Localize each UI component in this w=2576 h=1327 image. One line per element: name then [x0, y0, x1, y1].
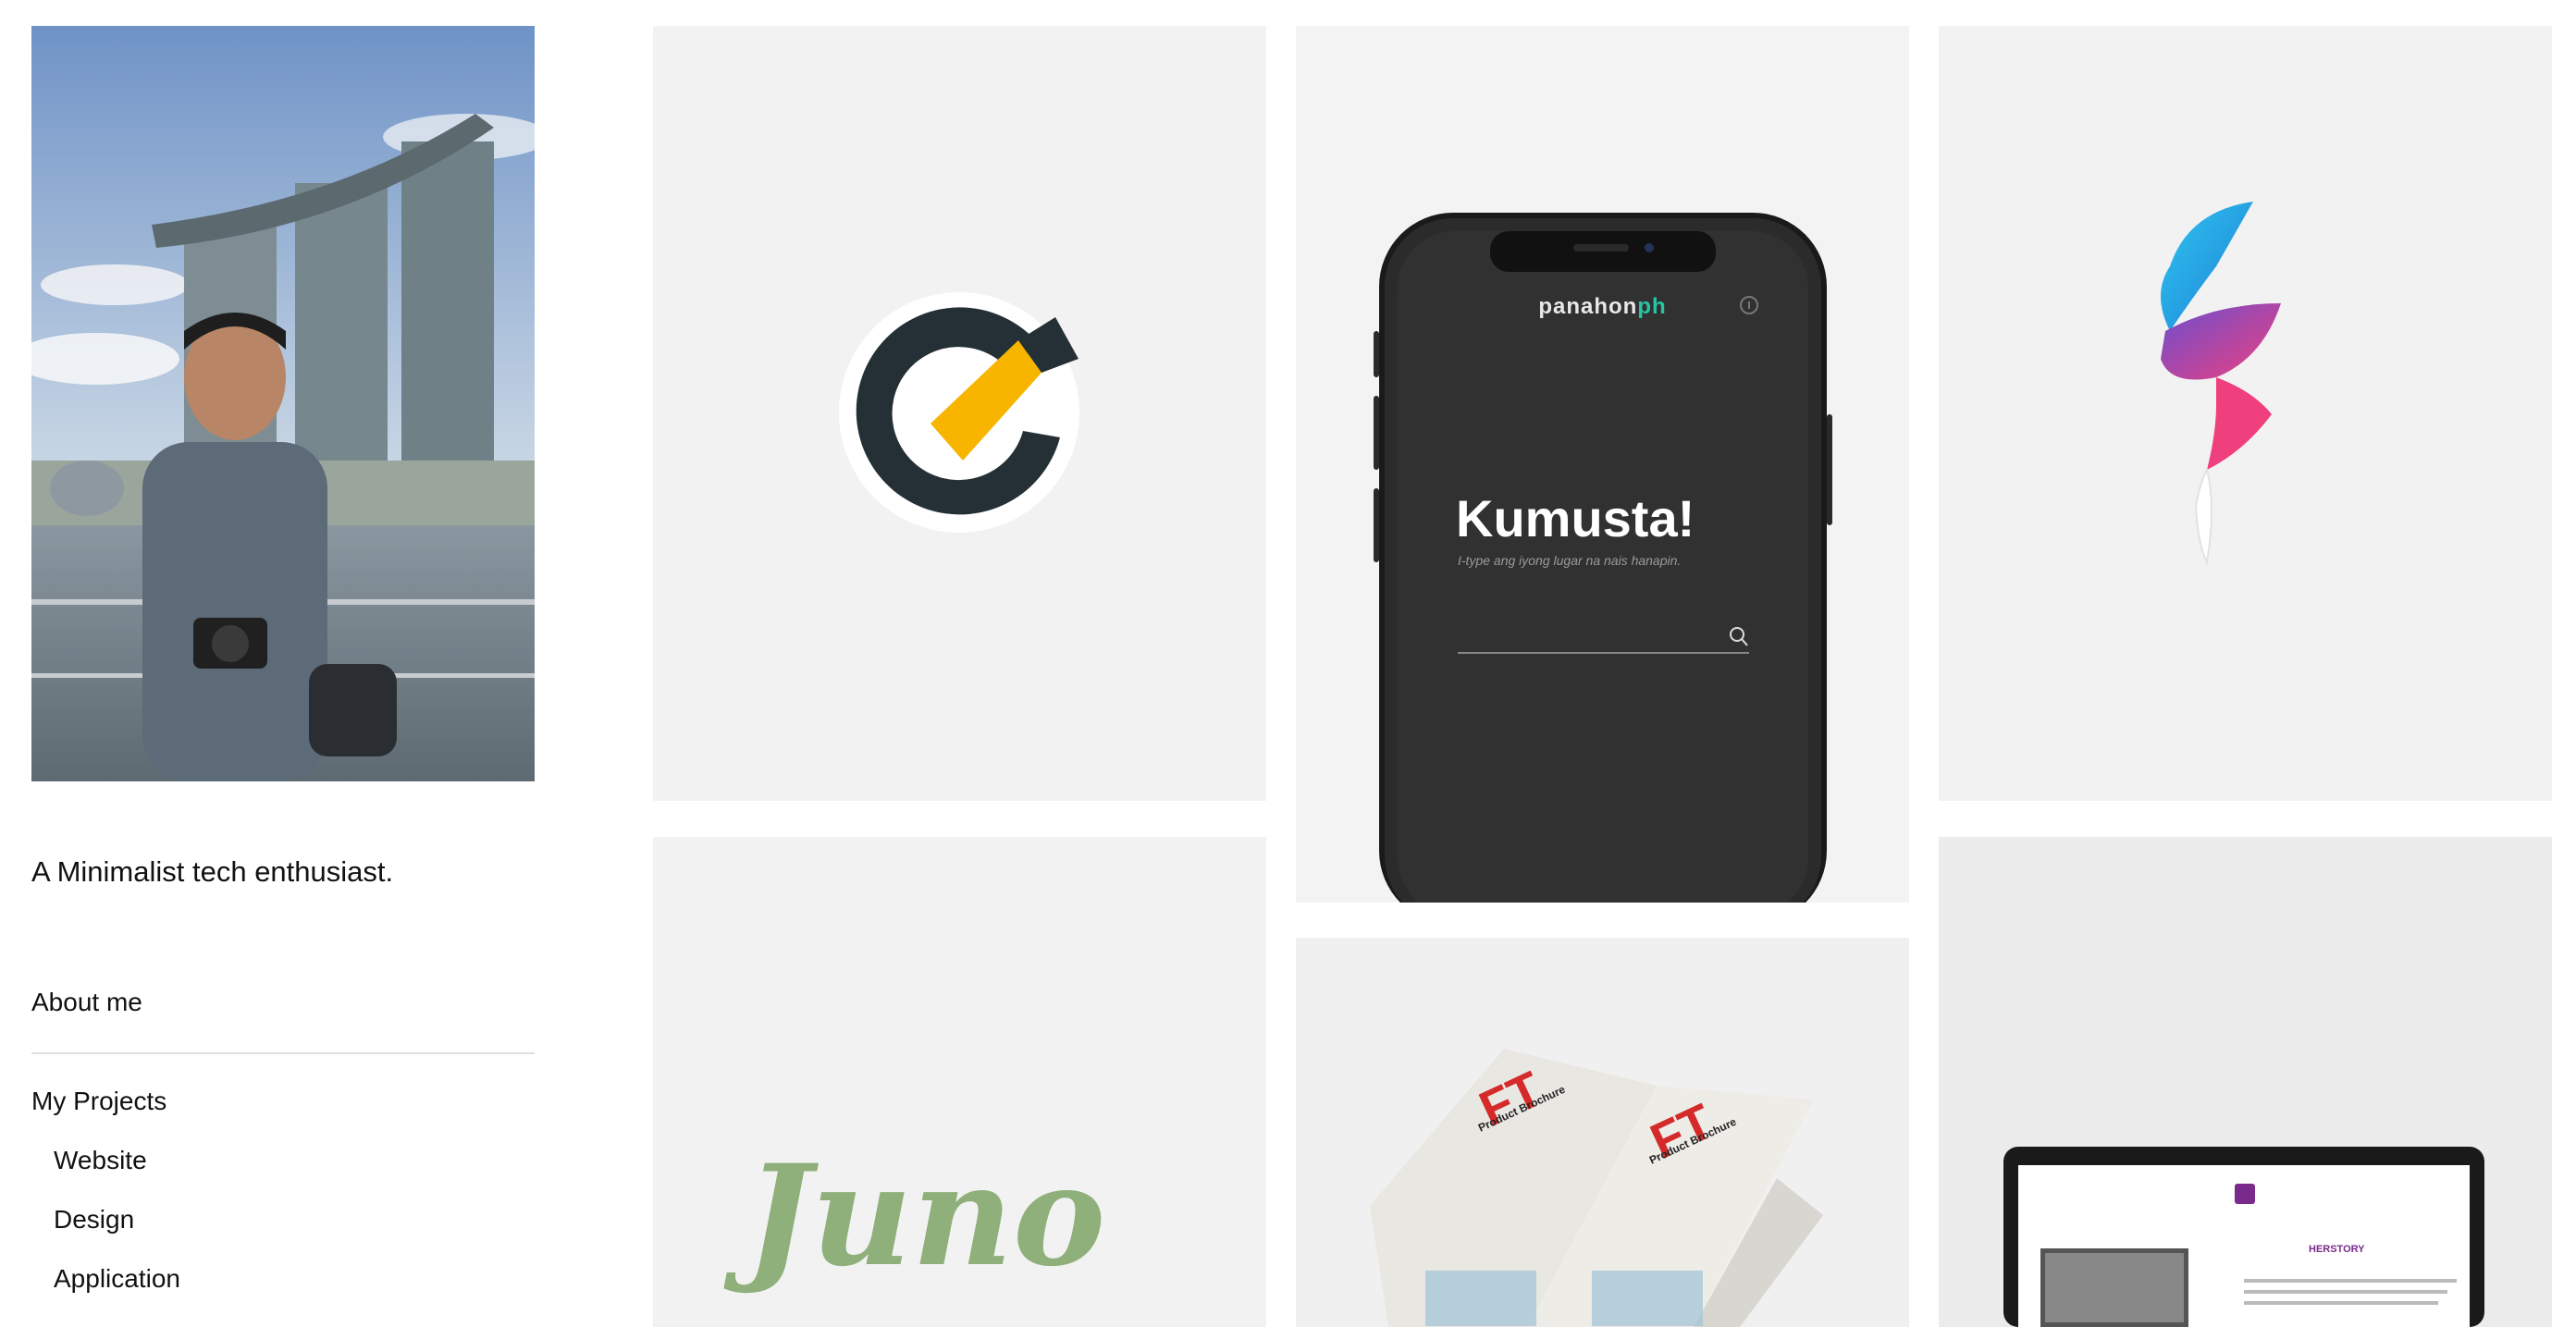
project-tile-juno[interactable]: Juno	[653, 837, 1266, 1327]
app-brand: panahonph	[1296, 294, 1909, 320]
nav-about-me[interactable]: About me	[31, 988, 142, 1017]
laptop-mockup-icon	[2003, 1147, 2484, 1327]
app-brand-suffix: ph	[1637, 294, 1667, 319]
project-tile-f-logo[interactable]	[1939, 26, 2552, 801]
f-flame-logo-icon	[2161, 202, 2281, 566]
nav-application[interactable]: Application	[54, 1264, 180, 1294]
app-brand-prefix: panahon	[1538, 294, 1638, 319]
juno-wordmark: Juno	[746, 1135, 1106, 1297]
profile-photo-illustration	[31, 26, 535, 781]
project-tile-herstory-website[interactable]: HERSTORY	[1939, 837, 2552, 1327]
nav-my-projects[interactable]: My Projects	[31, 1087, 166, 1116]
project-tile-c-logo[interactable]	[653, 26, 1266, 801]
tagline: A Minimalist tech enthusiast.	[31, 855, 394, 888]
profile-photo	[31, 26, 535, 781]
portfolio-page: A Minimalist tech enthusiast. About me M…	[0, 0, 2576, 1327]
app-subtext: I-type ang iyong lugar na nais hanapin.	[1458, 553, 1682, 568]
website-heading: HERSTORY	[2309, 1244, 2365, 1255]
app-headline: Kumusta!	[1456, 489, 1695, 547]
project-tile-brochure[interactable]: FT FT Product Brochure Product Brochure	[1296, 938, 1909, 1327]
phone-frame-icon	[1374, 213, 1832, 903]
c-logo-icon	[839, 292, 1079, 533]
nav-design[interactable]: Design	[54, 1205, 134, 1235]
brochure-mockup-icon: FT FT	[1370, 1049, 1823, 1327]
nav-divider	[31, 1052, 535, 1054]
project-tile-panahonph[interactable]: panahonph Kumusta! I-type ang iyong luga…	[1296, 26, 1909, 903]
nav-website[interactable]: Website	[54, 1146, 147, 1175]
